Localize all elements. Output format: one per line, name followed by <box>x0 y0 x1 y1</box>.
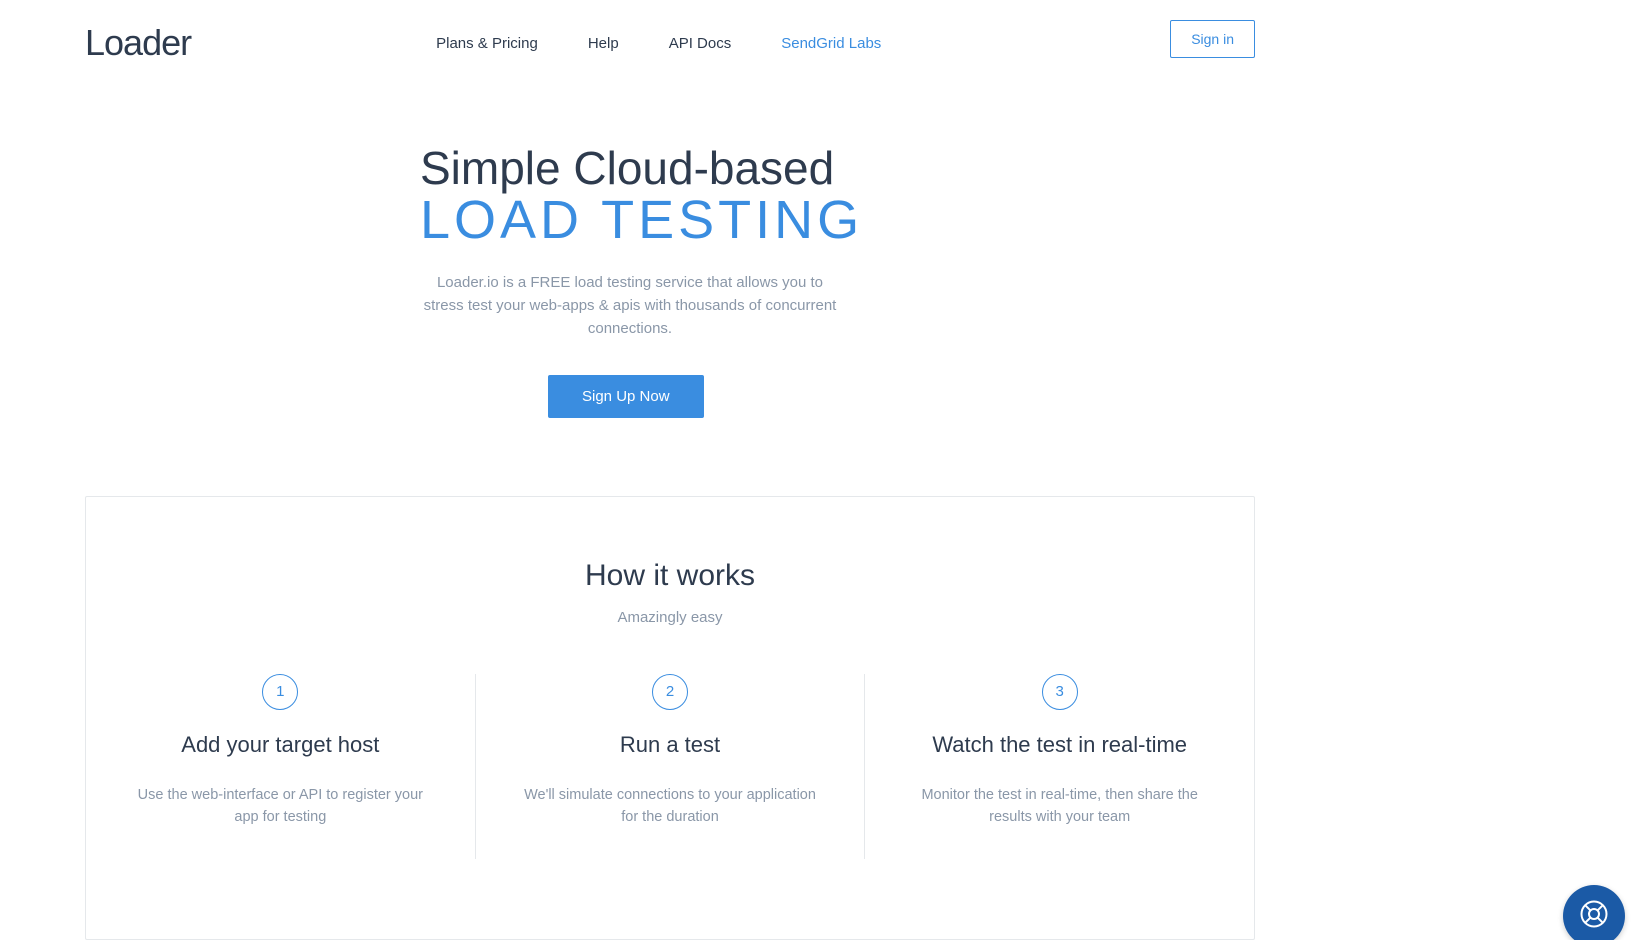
step-number-badge: 3 <box>1042 674 1078 710</box>
step-2: 2 Run a test We'll simulate connections … <box>475 674 865 859</box>
step-title: Run a test <box>516 732 825 758</box>
main-nav: Plans & Pricing Help API Docs SendGrid L… <box>436 35 881 52</box>
nav-sendgrid-labs[interactable]: SendGrid Labs <box>781 35 881 52</box>
step-description: We'll simulate connections to your appli… <box>516 784 825 829</box>
how-it-works-panel: How it works Amazingly easy 1 Add your t… <box>85 496 1255 940</box>
step-title: Add your target host <box>126 732 435 758</box>
step-1: 1 Add your target host Use the web-inter… <box>86 674 475 859</box>
hero: Simple Cloud-based LOAD TESTING Loader.i… <box>420 144 920 418</box>
signup-button[interactable]: Sign Up Now <box>548 375 704 418</box>
logo[interactable]: Loader <box>85 22 191 64</box>
steps-row: 1 Add your target host Use the web-inter… <box>86 674 1254 859</box>
nav-api-docs[interactable]: API Docs <box>669 35 732 52</box>
hero-title-line2: LOAD TESTING <box>420 192 920 249</box>
hero-title-line1: Simple Cloud-based <box>420 144 920 192</box>
step-title: Watch the test in real-time <box>905 732 1214 758</box>
step-description: Monitor the test in real-time, then shar… <box>905 784 1214 829</box>
how-it-works-subtitle: Amazingly easy <box>86 609 1254 626</box>
nav-help[interactable]: Help <box>588 35 619 52</box>
step-description: Use the web-interface or API to register… <box>126 784 435 829</box>
step-number-badge: 2 <box>652 674 688 710</box>
nav-plans-pricing[interactable]: Plans & Pricing <box>436 35 538 52</box>
how-it-works-title: How it works <box>86 559 1254 593</box>
header: Loader Plans & Pricing Help API Docs Sen… <box>85 0 1255 64</box>
step-3: 3 Watch the test in real-time Monitor th… <box>864 674 1254 859</box>
hero-description: Loader.io is a FREE load testing service… <box>420 271 840 341</box>
signin-button[interactable]: Sign in <box>1170 20 1255 58</box>
step-number-badge: 1 <box>262 674 298 710</box>
